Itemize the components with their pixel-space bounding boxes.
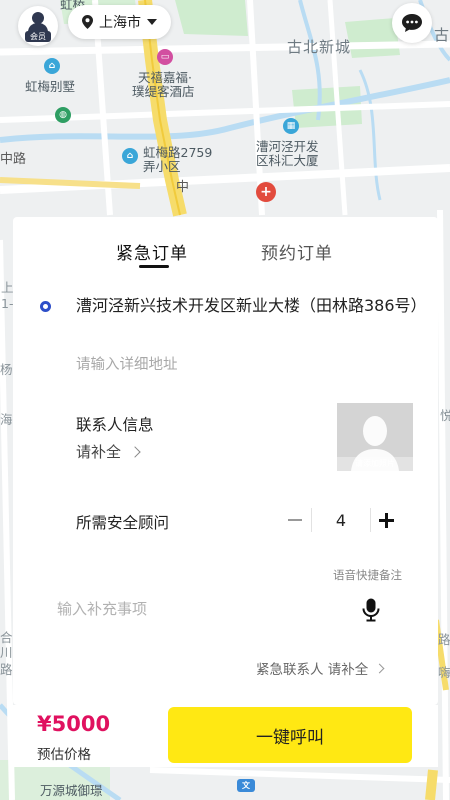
chevron-right-icon: [374, 663, 385, 673]
estimated-price-label: 预估价格: [37, 747, 91, 763]
contact-info-title: 联系人信息: [76, 416, 154, 434]
tab-scheduled-order[interactable]: 预约订单: [261, 239, 333, 264]
poi-building-icon[interactable]: ▦: [283, 118, 299, 134]
poi-hotel-icon[interactable]: ▭: [157, 49, 173, 65]
one-tap-call-button[interactable]: 一键呼叫: [168, 707, 412, 763]
map-label: 路: [0, 662, 13, 677]
city-selector[interactable]: 上海市: [68, 5, 171, 39]
advisor-label: 所需安全顾问: [76, 514, 170, 532]
origin-dot-icon: [40, 301, 51, 312]
caret-down-icon: [147, 19, 157, 25]
map-label-road: 中路: [0, 152, 27, 167]
map-label: 上: [1, 280, 14, 295]
vip-avatar-button[interactable]: 会员: [18, 6, 58, 46]
pickup-address[interactable]: 漕河泾新兴技术开发区新业大楼（田林路386号）: [76, 293, 427, 319]
advisor-quantity-stepper: 4: [285, 507, 405, 533]
poi-transit-icon[interactable]: ◍: [55, 107, 71, 123]
map-label: 1-: [1, 296, 14, 311]
map-label: 合: [0, 630, 13, 645]
order-sheet: 紧急订单 预约订单 漕河泾新兴技术开发区新业大楼（田林路386号） 请输入详细地…: [13, 217, 438, 705]
map-label-lane: 虹梅路2759: [143, 145, 213, 160]
minus-icon[interactable]: [285, 507, 305, 533]
photo-caption: 请添加照片: [337, 457, 413, 471]
location-pin-icon: [82, 15, 93, 29]
poi-hospital-icon[interactable]: +: [256, 182, 276, 202]
map-label-gubei: 古北新城: [287, 38, 352, 56]
poi-residential-icon[interactable]: ⌂: [122, 148, 138, 164]
map-label-hotel: 天禧嘉福·: [138, 70, 192, 85]
contact-photo-placeholder[interactable]: 请添加照片: [337, 403, 413, 471]
map-label: 古: [434, 26, 450, 44]
emergency-contact-label: 紧急联系人 请补全: [256, 662, 369, 678]
map-label-road: 中: [176, 180, 190, 195]
map-label-hotel: 璞缇客酒店: [132, 84, 195, 99]
message-icon: [402, 14, 422, 32]
advisor-count: 4: [335, 510, 347, 530]
map-label-hongmei-villa: 虹梅别墅: [25, 79, 76, 94]
message-button[interactable]: [392, 3, 432, 43]
map-label-wanyuan: 万源城御璟: [40, 783, 103, 798]
bottom-bar: ¥5000 预估价格 一键呼叫: [13, 705, 438, 767]
map-label-caohejing: 漕河泾开发: [256, 139, 319, 154]
estimated-price: ¥5000: [37, 712, 111, 736]
order-tabs: 紧急订单 预约订单: [13, 239, 438, 279]
map-label-lane: 弄小区: [143, 159, 181, 174]
stepper-divider: [370, 508, 371, 532]
contact-fill-link[interactable]: 请补全: [76, 441, 141, 462]
map-label: 川: [0, 645, 13, 660]
microphone-icon[interactable]: [362, 598, 380, 622]
active-tab-indicator: [139, 265, 169, 268]
poi-culture-icon[interactable]: 文: [237, 779, 255, 792]
vip-tag: 会员: [25, 31, 51, 42]
tab-urgent-order[interactable]: 紧急订单: [116, 239, 188, 264]
map-label: 悦: [440, 408, 450, 423]
poi-residential-icon[interactable]: ⌂: [44, 58, 60, 74]
voice-quick-note-hint: 语音快捷备注: [333, 568, 402, 582]
plus-icon[interactable]: [377, 507, 397, 533]
map-label: 路: [438, 632, 450, 647]
map-label-caohejing: 区科汇大厦: [256, 153, 319, 168]
detail-address-input[interactable]: 请输入详细地址: [76, 353, 178, 374]
map-label: 杨: [0, 362, 13, 377]
emergency-contact-link[interactable]: 紧急联系人 请补全: [256, 658, 385, 678]
map-label: 嗨: [438, 665, 450, 680]
chevron-right-icon: [129, 445, 141, 458]
city-name: 上海市: [99, 15, 141, 31]
contact-fill-label: 请补全: [76, 443, 122, 461]
